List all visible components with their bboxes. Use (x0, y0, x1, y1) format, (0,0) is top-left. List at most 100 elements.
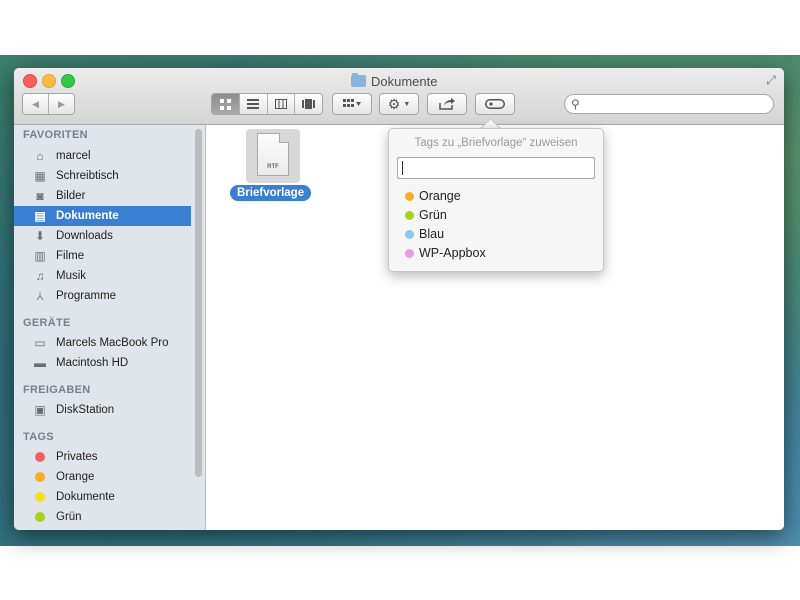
sidebar-item-diskstation[interactable]: ▣ DiskStation (14, 400, 191, 420)
back-button[interactable]: ◀ (23, 94, 49, 114)
documents-icon: ▤ (34, 209, 46, 223)
fullscreen-icon[interactable]: ⤢ (764, 73, 778, 87)
tag-color-dot (405, 191, 414, 201)
tag-color-dot (35, 492, 45, 502)
titlebar: Dokumente ⤢ ◀ ▶ ⚙ ▼ ⚲ (14, 68, 784, 125)
sidebar: FAVORITEN ⌂ marcel ▦ Schreibtisch ◙ Bild… (14, 125, 206, 530)
forward-button[interactable]: ▶ (49, 94, 74, 114)
section-header-favorites: FAVORITEN (23, 129, 88, 141)
navigation-buttons: ◀ ▶ (22, 93, 75, 115)
tag-option-label: WP-Appbox (419, 246, 486, 260)
tag-option-wp-appbox[interactable]: WP-Appbox (405, 244, 486, 262)
action-button[interactable]: ⚙ ▼ (379, 93, 419, 115)
tag-color-dot (35, 452, 45, 462)
tag-option-orange[interactable]: Orange (405, 187, 461, 205)
minimize-button[interactable] (42, 74, 56, 88)
sidebar-item-label: Dokumente (56, 491, 115, 503)
laptop-icon: ▭ (34, 336, 46, 350)
sidebar-tag-gruen[interactable]: Grün (14, 507, 191, 527)
tag-option-blau[interactable]: Blau (405, 225, 444, 243)
section-header-tags: TAGS (23, 431, 54, 443)
sidebar-item-label: Musik (56, 270, 87, 282)
tag-color-dot (405, 248, 414, 258)
sidebar-item-label: Grün (56, 511, 82, 523)
tag-color-dot (35, 472, 45, 482)
sidebar-item-bilder[interactable]: ◙ Bilder (14, 186, 191, 206)
icon-view-icon (219, 98, 231, 110)
view-mode-control (211, 93, 323, 115)
sidebar-item-macintosh-hd[interactable]: ▬ Macintosh HD (14, 353, 191, 373)
arrange-icon (343, 99, 361, 107)
sidebar-item-label: DiskStation (56, 404, 115, 416)
camera-icon: ◙ (36, 189, 44, 203)
window-title: Dokumente (351, 72, 437, 90)
tags-button[interactable] (475, 93, 515, 115)
sidebar-item-downloads[interactable]: ⬇ Downloads (14, 226, 191, 246)
chevron-down-icon: ▼ (403, 100, 411, 108)
list-view-icon (247, 99, 260, 109)
sidebar-item-label: Privates (56, 451, 98, 463)
tag-icon (485, 99, 505, 109)
column-view-button[interactable] (267, 94, 296, 114)
sidebar-item-label: Downloads (56, 230, 113, 242)
tag-color-dot (35, 512, 45, 522)
sidebar-item-label: Orange (56, 471, 95, 483)
search-input[interactable] (583, 96, 767, 113)
sidebar-item-marcel[interactable]: ⌂ marcel (14, 146, 191, 166)
forward-icon: ▶ (58, 98, 65, 109)
sidebar-item-label: marcel (56, 150, 91, 162)
tag-color-dot (405, 210, 414, 220)
sidebar-item-label: Marcels MacBook Pro (56, 337, 169, 349)
tag-option-label: Blau (419, 227, 445, 241)
tag-option-gruen[interactable]: Grün (405, 206, 447, 224)
sidebar-item-macbook[interactable]: ▭ Marcels MacBook Pro (14, 333, 191, 353)
section-header-shared: FREIGABEN (23, 384, 91, 396)
film-icon: ▥ (34, 249, 46, 263)
sidebar-item-label: Schreibtisch (56, 170, 119, 182)
sidebar-tag-dokumente[interactable]: Dokumente (14, 487, 191, 507)
sidebar-item-musik[interactable]: ♫ Musik (14, 266, 191, 286)
downloads-icon: ⬇ (34, 229, 46, 243)
list-view-button[interactable] (239, 94, 268, 114)
rtf-document-icon[interactable]: RTF (257, 133, 289, 176)
zoom-button[interactable] (61, 74, 75, 88)
tag-option-label: Grün (419, 208, 447, 222)
sidebar-item-label: Programme (56, 290, 117, 302)
hard-drive-icon: ▬ (34, 356, 46, 370)
coverflow-view-button[interactable] (295, 94, 322, 114)
column-view-icon (274, 99, 287, 109)
sidebar-item-label: Bilder (56, 190, 86, 202)
file-extension-label: RTF (267, 164, 279, 170)
sidebar-item-filme[interactable]: ▥ Filme (14, 246, 191, 266)
sidebar-item-label: Filme (56, 250, 85, 262)
desktop-icon: ▦ (34, 169, 46, 183)
nas-icon: ▣ (34, 403, 46, 417)
search-field[interactable]: ⚲ (564, 94, 774, 114)
sidebar-scrollbar[interactable] (195, 129, 202, 477)
sidebar-tag-orange[interactable]: Orange (14, 467, 191, 487)
home-icon: ⌂ (36, 149, 44, 163)
sidebar-tag-privates[interactable]: Privates (14, 447, 191, 467)
sidebar-item-programme[interactable]: ⩑ Programme (14, 286, 191, 306)
section-header-devices: GERÄTE (23, 317, 71, 329)
icon-view-button[interactable] (212, 94, 240, 114)
coverflow-view-icon (302, 99, 316, 109)
text-cursor (402, 161, 403, 175)
close-button[interactable] (23, 74, 37, 88)
applications-icon: ⩑ (36, 288, 44, 303)
file-name-label[interactable]: Briefvorlage (230, 185, 312, 201)
sidebar-item-label: Macintosh HD (56, 357, 129, 369)
sidebar-item-schreibtisch[interactable]: ▦ Schreibtisch (14, 166, 191, 186)
sidebar-item-label: Dokumente (56, 210, 119, 222)
share-button[interactable] (427, 93, 467, 115)
tag-color-dot (405, 229, 414, 239)
gear-icon: ⚙ (387, 95, 401, 112)
popover-title: Tags zu „Briefvorlage“ zuweisen (414, 137, 578, 149)
tag-input-field[interactable] (397, 157, 595, 179)
sidebar-item-dokumente[interactable]: ▤ Dokumente (14, 206, 191, 226)
folder-icon (351, 73, 366, 87)
tag-popover: Tags zu „Briefvorlage“ zuweisen Orange G… (388, 128, 604, 272)
music-icon: ♫ (35, 269, 45, 283)
arrange-button[interactable] (332, 93, 372, 115)
share-icon (439, 98, 455, 110)
